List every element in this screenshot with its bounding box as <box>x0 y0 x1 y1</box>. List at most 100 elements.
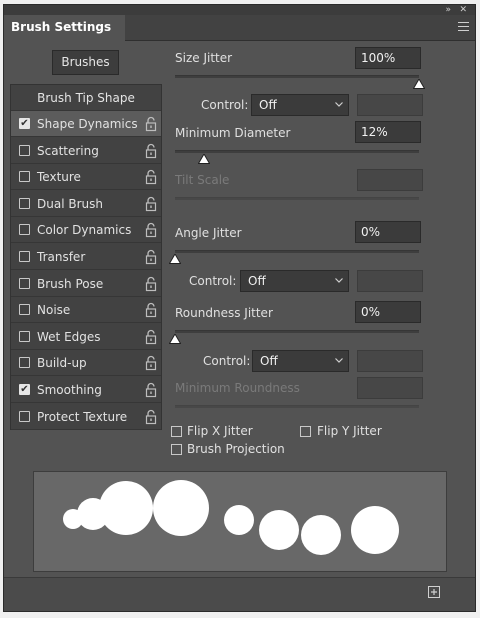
angle-jitter-thumb[interactable] <box>169 254 181 264</box>
control-extra-field <box>357 270 423 292</box>
panel-top-strip: » ✕ <box>4 5 475 15</box>
roundness-jitter-label: Roundness Jitter <box>175 306 273 320</box>
angle-jitter-field[interactable]: 0% <box>355 221 421 243</box>
control-dropdown[interactable]: Off <box>252 350 349 372</box>
sidebar-item-scattering[interactable]: Scattering <box>11 138 161 164</box>
brush-projection-checkbox[interactable] <box>171 444 182 455</box>
sidebar-item-transfer[interactable]: Transfer <box>11 244 161 270</box>
sidebar-item-label: Color Dynamics <box>37 223 132 238</box>
control-extra-field <box>357 94 423 116</box>
sidebar-item-label: Texture <box>37 170 81 185</box>
lock-icon[interactable] <box>144 276 158 292</box>
sidebar-item-brush-pose[interactable]: Brush Pose <box>11 271 161 297</box>
sidebar-item-checkbox[interactable] <box>19 251 30 262</box>
sidebar-item-checkbox[interactable] <box>19 330 30 342</box>
tilt-scale-field <box>357 169 423 191</box>
sidebar-item-label: Dual Brush <box>37 196 103 211</box>
size-jitter-label: Size Jitter <box>175 51 233 65</box>
chevron-down-icon <box>335 278 343 283</box>
sidebar-item-dual-brush[interactable]: Dual Brush <box>11 191 161 217</box>
size-jitter-slider[interactable] <box>175 75 419 78</box>
sidebar-item-color-dynamics[interactable]: Color Dynamics <box>11 217 161 244</box>
roundness-jitter-slider[interactable] <box>175 330 419 333</box>
sidebar-item-checkbox[interactable] <box>19 144 30 156</box>
sidebar-item-label: Noise <box>37 303 71 318</box>
lock-icon[interactable] <box>144 222 158 238</box>
flip-x-checkbox[interactable] <box>171 426 182 437</box>
minimum-roundness-field <box>357 377 423 399</box>
minimum-roundness-label: Minimum Roundness <box>175 381 300 395</box>
sidebar-item-checkbox[interactable] <box>19 224 30 236</box>
control-value: Off <box>259 98 277 112</box>
brush-dab <box>259 510 299 550</box>
sidebar-item-checkbox[interactable] <box>19 277 30 289</box>
lock-icon[interactable] <box>144 382 158 398</box>
sidebar-item-checkbox[interactable] <box>19 197 30 209</box>
control-label: Control: <box>201 98 249 112</box>
angle-jitter-label: Angle Jitter <box>175 226 242 240</box>
chevron-down-icon <box>335 358 343 363</box>
lock-icon[interactable] <box>144 409 158 425</box>
control-value: Off <box>260 354 278 368</box>
size-jitter-field[interactable]: 100% <box>355 47 421 69</box>
sidebar-item-label: Smoothing <box>37 383 102 397</box>
sidebar-item-label: Brush Pose <box>37 276 104 291</box>
sidebar-item-checkbox[interactable] <box>19 171 30 183</box>
flip-x-label: Flip X Jitter <box>187 424 253 438</box>
size-jitter-thumb[interactable] <box>413 79 425 89</box>
sidebar-item-shape-dynamics[interactable]: ✔ Shape Dynamics <box>11 111 161 137</box>
sidebar-item-checkbox[interactable]: ✔ <box>19 384 30 395</box>
sidebar-item-label: Wet Edges <box>37 329 101 344</box>
control-dropdown[interactable]: Off <box>251 94 349 116</box>
brush-projection-label: Brush Projection <box>187 442 285 456</box>
lock-icon[interactable] <box>144 116 158 132</box>
minimum-diameter-thumb[interactable] <box>198 154 211 164</box>
tab-brush-settings[interactable]: Brush Settings <box>4 15 125 41</box>
flip-y-label: Flip Y Jitter <box>317 424 382 438</box>
lock-icon[interactable] <box>144 196 158 212</box>
lock-icon[interactable] <box>144 249 158 265</box>
sidebar-item-texture[interactable]: Texture <box>11 164 161 191</box>
sidebar-item-checkbox[interactable] <box>19 410 30 422</box>
control-label: Control: <box>203 354 251 368</box>
lock-icon[interactable] <box>144 355 158 371</box>
brush-dab <box>153 480 209 536</box>
control-extra-field <box>357 350 423 372</box>
control-dropdown[interactable]: Off <box>240 270 349 292</box>
sidebar-item-smoothing[interactable]: ✔ Smoothing <box>11 377 161 403</box>
sidebar-item-checkbox[interactable] <box>19 357 30 369</box>
brush-dab <box>224 505 254 535</box>
minimum-diameter-slider[interactable] <box>175 150 419 153</box>
sidebar-item-checkbox[interactable]: ✔ <box>19 118 30 129</box>
lock-icon[interactable] <box>144 302 158 318</box>
brush-dab <box>99 481 153 535</box>
roundness-jitter-field[interactable]: 0% <box>355 301 421 323</box>
sidebar-item-noise[interactable]: Noise <box>11 297 161 324</box>
brush-dab <box>351 506 399 554</box>
sidebar-item-build-up[interactable]: Build-up <box>11 350 161 377</box>
flip-y-checkbox[interactable] <box>300 426 311 437</box>
sidebar-item-brush-tip-shape[interactable]: Brush Tip Shape <box>11 85 161 111</box>
sidebar-item-label: Shape Dynamics <box>37 117 138 131</box>
bottom-bar <box>4 577 475 611</box>
control-label: Control: <box>189 274 237 288</box>
lock-icon[interactable] <box>144 169 158 185</box>
minimum-diameter-label: Minimum Diameter <box>175 126 291 140</box>
sidebar-item-checkbox[interactable] <box>19 304 30 316</box>
hamburger-menu-icon[interactable] <box>458 22 469 31</box>
brush-dab <box>301 515 341 555</box>
stroke-preview <box>33 471 447 572</box>
control-value: Off <box>248 274 266 288</box>
minimum-roundness-slider <box>175 405 419 408</box>
lock-icon[interactable] <box>144 329 158 345</box>
tilt-scale-slider <box>175 197 419 200</box>
sidebar-item-protect-texture[interactable]: Protect Texture <box>11 404 161 430</box>
sidebar-item-label: Transfer <box>37 250 86 264</box>
roundness-jitter-thumb[interactable] <box>169 334 181 344</box>
angle-jitter-slider[interactable] <box>175 250 419 253</box>
sidebar-item-wet-edges[interactable]: Wet Edges <box>11 324 161 350</box>
new-brush-icon[interactable] <box>427 585 441 599</box>
lock-icon[interactable] <box>144 143 158 159</box>
minimum-diameter-field[interactable]: 12% <box>355 121 421 143</box>
brushes-button[interactable]: Brushes <box>52 50 119 75</box>
